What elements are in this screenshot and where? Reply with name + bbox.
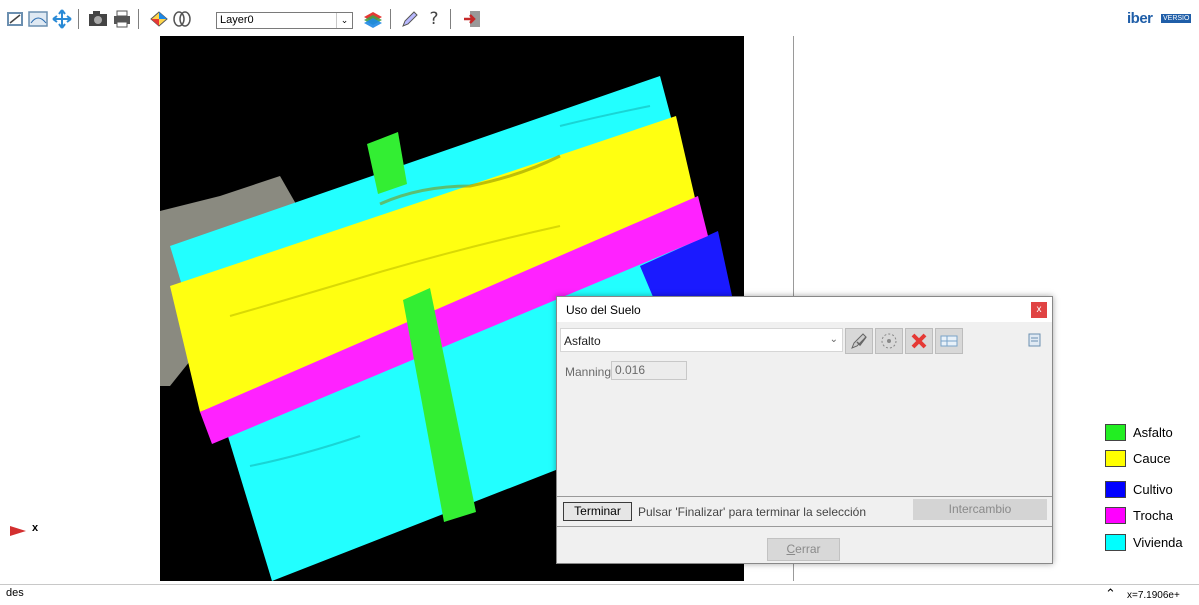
chevron-up-icon[interactable]: ⌃	[1105, 586, 1116, 602]
chevron-down-icon: ⌄	[829, 334, 838, 345]
legend-swatch	[1105, 507, 1126, 524]
uso-del-suelo-dialog: Uso del Suelo x Asfalto ⌄ Manning 0.016 …	[556, 296, 1053, 564]
status-text: Pulsar 'Finalizar' para terminar la sele…	[638, 505, 867, 519]
cerrar-mnemonic: C	[786, 542, 796, 556]
exit-icon[interactable]	[462, 9, 482, 29]
command-text: des	[6, 587, 24, 599]
intercambio-button[interactable]: Intercambio	[913, 499, 1047, 520]
legend-item: Trocha	[1105, 507, 1195, 527]
close-button[interactable]: x	[1031, 302, 1047, 318]
manning-field[interactable]: 0.016	[611, 361, 687, 380]
draw-button[interactable]	[875, 328, 903, 354]
edit-icon[interactable]	[400, 9, 420, 29]
legend-swatch	[1105, 534, 1126, 551]
table-icon	[940, 335, 958, 347]
coordinates-readout: x=7.1906e+	[1127, 590, 1180, 601]
logo-version: VERSIO	[1161, 14, 1192, 23]
legend-label: Trocha	[1133, 508, 1173, 523]
notes-icon[interactable]	[1027, 332, 1043, 351]
command-line[interactable]: des ⌃ x=7.1906e+	[0, 584, 1199, 605]
land-use-select-value: Asfalto	[564, 334, 601, 348]
pan-icon[interactable]	[52, 9, 72, 29]
axis-label: x	[32, 522, 39, 534]
dialog-titlebar[interactable]: Uso del Suelo x	[557, 297, 1052, 322]
assign-button[interactable]	[845, 328, 873, 354]
layers-color-icon[interactable]	[148, 9, 168, 29]
iber-logo: iber VERSIO	[1127, 10, 1199, 28]
layer-select[interactable]: Layer0 ⌄	[216, 12, 353, 29]
assign-icon	[851, 333, 867, 349]
delete-button[interactable]	[905, 328, 933, 354]
legend-swatch	[1105, 481, 1126, 498]
land-use-select[interactable]: Asfalto ⌄	[560, 328, 843, 352]
legend-label: Vivienda	[1133, 535, 1183, 550]
cerrar-label: errar	[795, 542, 821, 556]
cerrar-button[interactable]: Cerrar	[767, 538, 840, 561]
dialog-title: Uso del Suelo	[566, 303, 641, 317]
layer-select-value: Layer0	[220, 14, 254, 26]
toolbar: Layer0 ⌄ ? iber VERSIO	[0, 0, 1199, 36]
help-icon[interactable]: ?	[424, 9, 444, 29]
legend-swatch	[1105, 424, 1126, 441]
selection-status-bar: Terminar Pulsar 'Finalizar' para termina…	[557, 496, 1052, 527]
legend-label: Asfalto	[1133, 425, 1173, 440]
logo-text: iber	[1127, 10, 1153, 27]
legend-label: Cultivo	[1133, 482, 1173, 497]
delete-icon	[911, 333, 927, 349]
legend-label: Cauce	[1133, 451, 1171, 466]
zoom-icon[interactable]	[6, 9, 26, 29]
legend-item: Asfalto	[1105, 424, 1195, 444]
legend-item: Cultivo	[1105, 481, 1195, 501]
zoom-frame-icon[interactable]	[28, 9, 48, 29]
draw-icon	[881, 333, 897, 349]
legend-swatch	[1105, 450, 1126, 467]
view-icon[interactable]	[172, 9, 192, 29]
table-button[interactable]	[935, 328, 963, 354]
manning-label: Manning	[565, 365, 612, 379]
print-icon[interactable]	[112, 9, 132, 29]
legend-item: Vivienda	[1105, 534, 1195, 554]
terminar-button[interactable]: Terminar	[563, 502, 632, 521]
axis-arrow-icon	[10, 526, 26, 536]
legend-item: Cauce	[1105, 450, 1195, 470]
camera-icon[interactable]	[88, 9, 108, 29]
layer-manager-icon[interactable]	[362, 9, 382, 29]
axis-indicator: x	[8, 522, 48, 542]
chevron-down-icon: ⌄	[336, 13, 352, 28]
